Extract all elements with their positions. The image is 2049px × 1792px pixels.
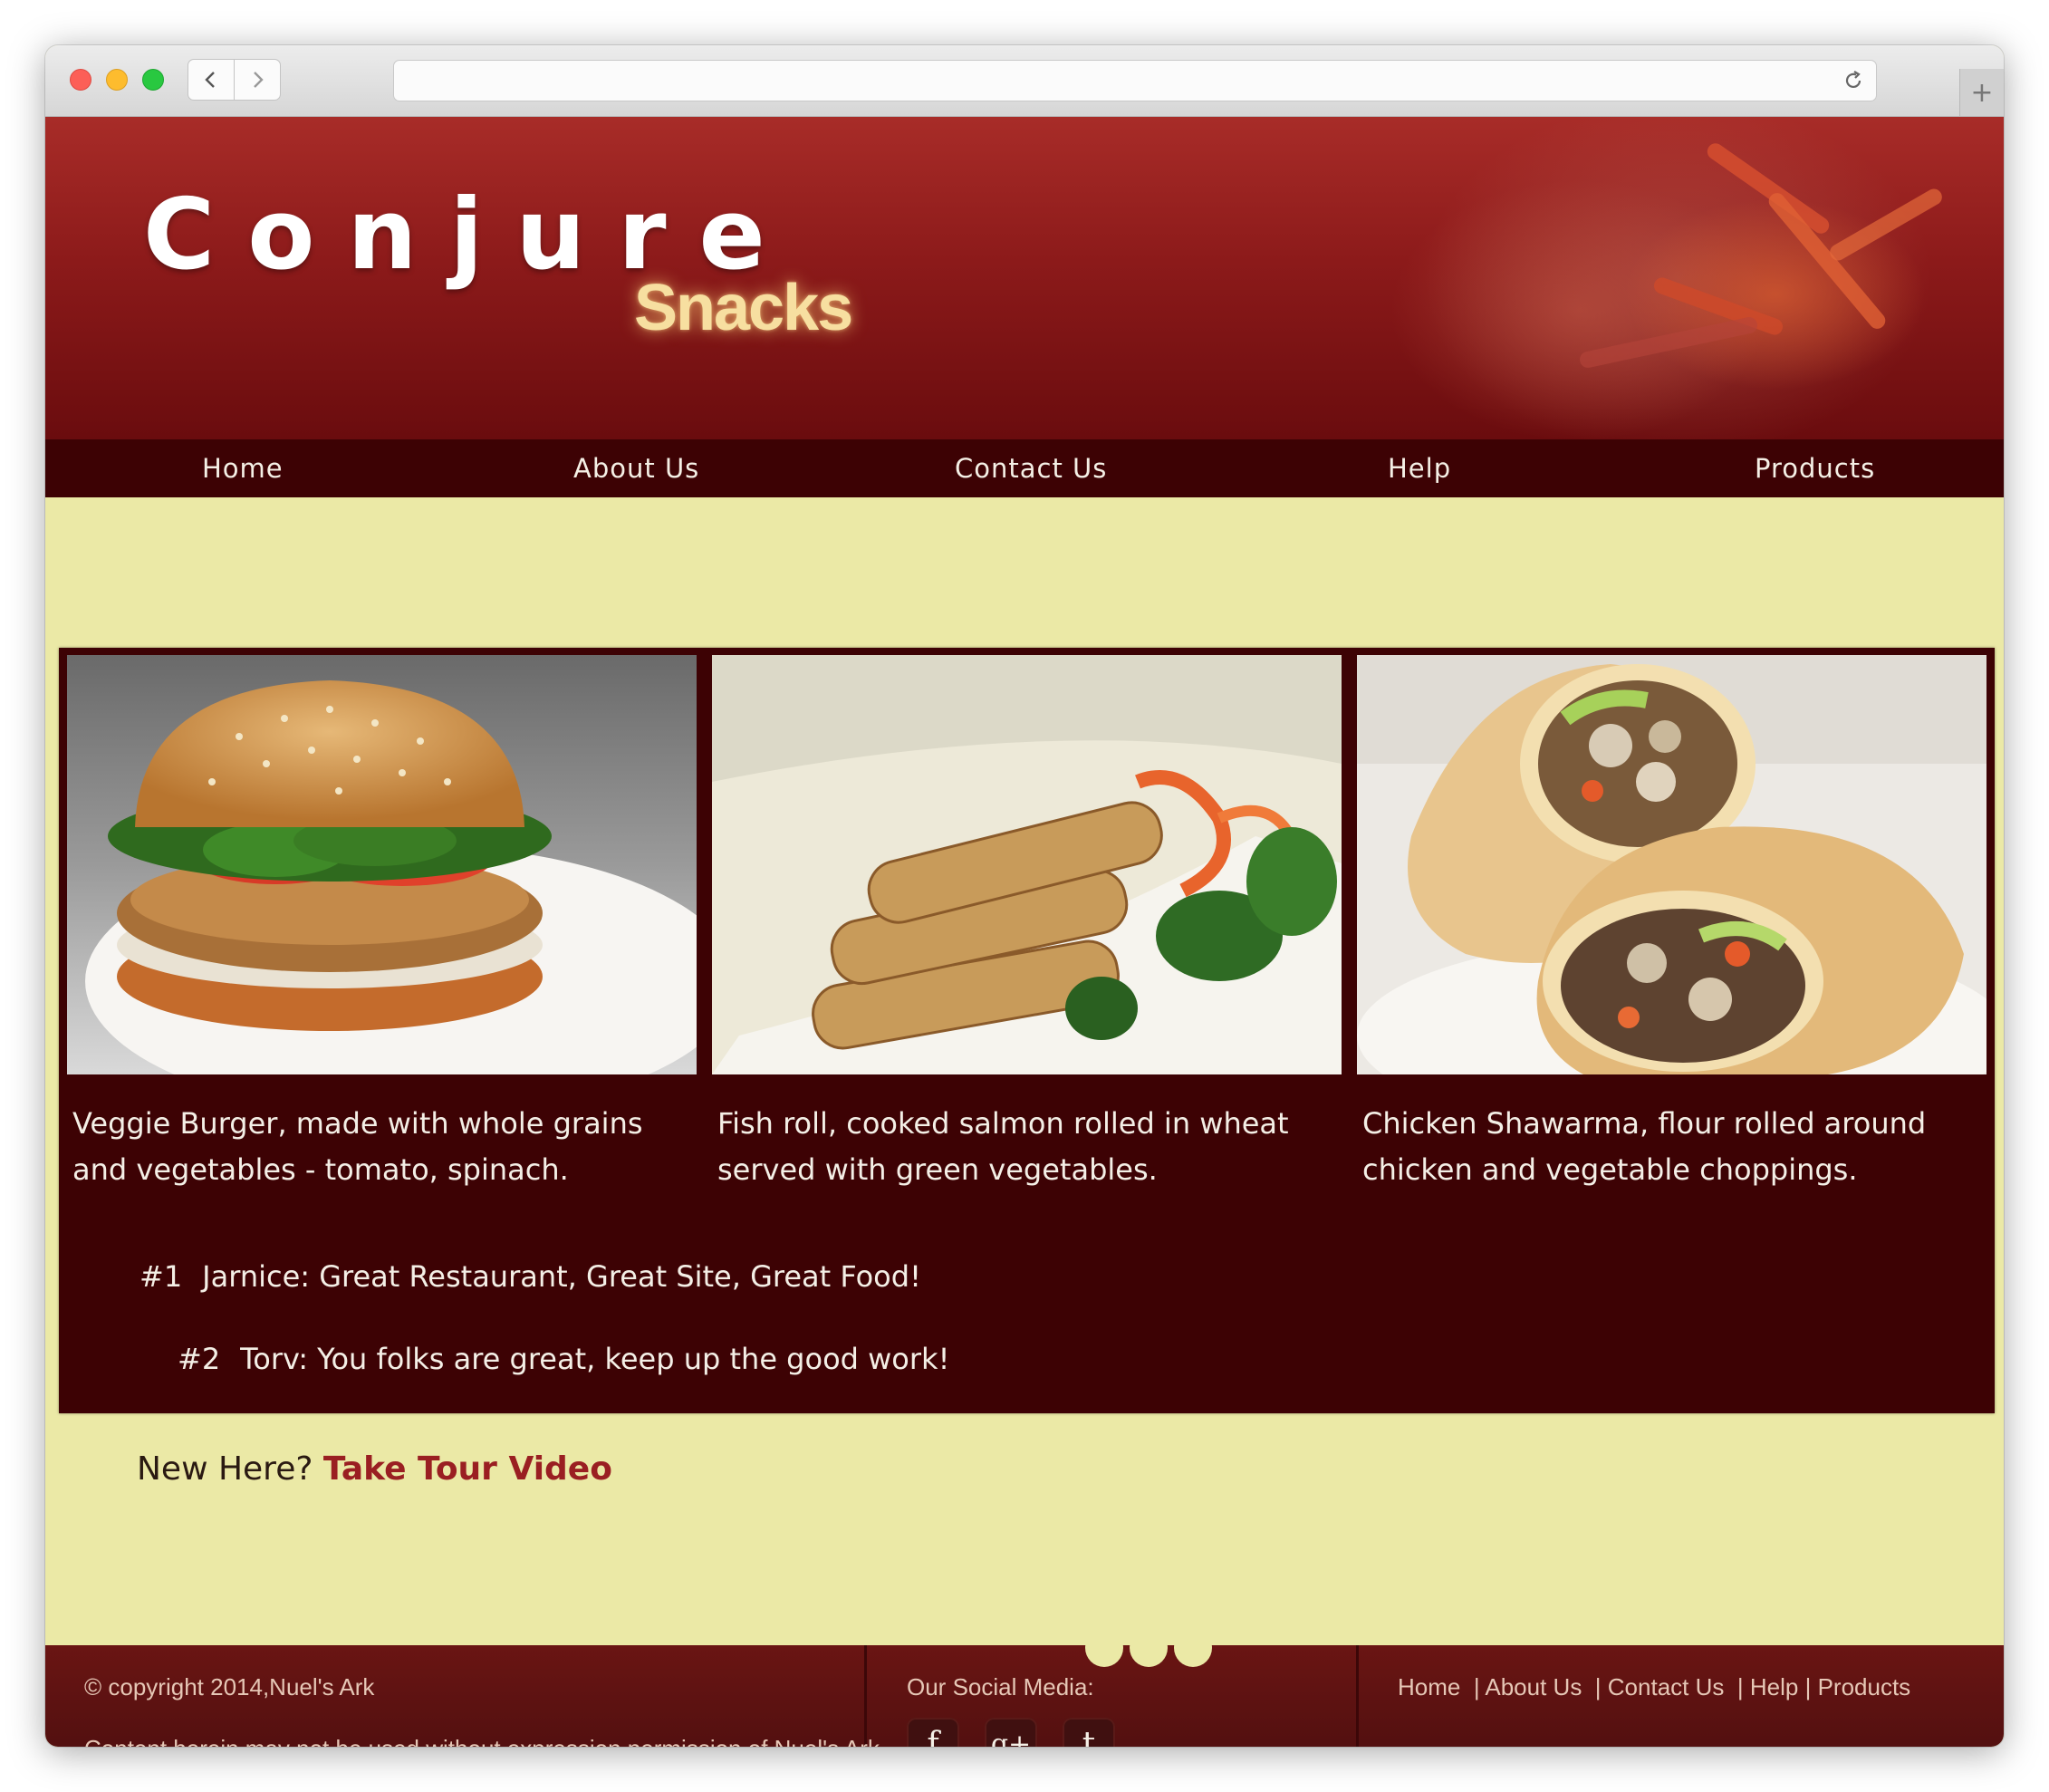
brand-logo-tagline: Snacks — [634, 272, 853, 344]
footer-links: Home | About Us | Contact Us | Help | Pr… — [1398, 1673, 1911, 1700]
browser-window: + Conjure Snacks Home About Us Contact U… — [45, 45, 2004, 1747]
nav-home[interactable]: Home — [202, 439, 284, 497]
review-text: Jarnice: Great Restaurant, Great Site, G… — [202, 1259, 921, 1294]
chevron-left-icon — [205, 72, 215, 88]
back-button[interactable] — [188, 59, 235, 101]
veggie-burger-image[interactable] — [67, 655, 697, 1074]
decorative-dot — [1085, 1645, 1123, 1667]
review-number: #2 — [178, 1342, 221, 1376]
footer-copyright: © copyright 2014,Nuel's Ark — [84, 1673, 375, 1700]
address-bar[interactable] — [393, 60, 1877, 101]
web-page: Conjure Snacks Home About Us Contact Us … — [45, 117, 2004, 1747]
header-food-image — [1352, 117, 2004, 439]
decorative-dot — [1174, 1645, 1212, 1667]
facebook-glyph: f — [927, 1725, 939, 1748]
footer-link-help[interactable]: Help — [1750, 1673, 1798, 1700]
footer-link-contact-us[interactable]: Contact Us — [1608, 1673, 1725, 1700]
browser-toolbar: + — [45, 45, 2004, 117]
footer-link-products[interactable]: Products — [1818, 1673, 1911, 1700]
footer-link-home[interactable]: Home — [1398, 1673, 1460, 1700]
chevron-right-icon — [254, 72, 264, 88]
main-navigation: Home About Us Contact Us Help Products — [45, 439, 2004, 497]
facebook-icon[interactable]: f — [907, 1718, 959, 1747]
veggie-burger-caption: Veggie Burger, made with whole grains an… — [72, 1106, 643, 1187]
site-header: Conjure Snacks — [45, 117, 2004, 439]
social-media-heading: Our Social Media: — [907, 1673, 1094, 1700]
nav-about-us[interactable]: About Us — [573, 439, 699, 497]
nav-contact-us[interactable]: Contact Us — [955, 439, 1107, 497]
chicken-shawarma-image[interactable] — [1357, 655, 1986, 1074]
google-plus-icon[interactable]: g+ — [985, 1718, 1037, 1747]
review-number: #1 — [139, 1259, 183, 1294]
chicken-shawarma-caption: Chicken Shawarma, flour rolled around ch… — [1362, 1106, 1927, 1187]
review-item: #1 Jarnice: Great Restaurant, Great Site,… — [139, 1259, 921, 1294]
close-window-button[interactable] — [70, 69, 91, 91]
footer-divider — [1356, 1645, 1359, 1747]
footer-link-about-us[interactable]: About Us — [1485, 1673, 1582, 1700]
new-here-label: New Here? — [137, 1450, 313, 1488]
nav-products[interactable]: Products — [1755, 439, 1875, 497]
tumblr-icon[interactable]: t — [1063, 1718, 1115, 1747]
reload-icon[interactable] — [1842, 69, 1865, 92]
nav-help[interactable]: Help — [1388, 439, 1451, 497]
tumblr-glyph: t — [1082, 1725, 1096, 1748]
fish-roll-caption: Fish roll, cooked salmon rolled in wheat… — [717, 1106, 1289, 1187]
new-tab-button[interactable]: + — [1959, 69, 2004, 116]
plus-icon: + — [1970, 76, 1994, 109]
decorative-dot — [1130, 1645, 1168, 1667]
zoom-window-button[interactable] — [142, 69, 164, 91]
footer-notice: Content herein may not be used without e… — [84, 1735, 880, 1747]
new-here-callout: New Here? Take Tour Video — [137, 1450, 612, 1488]
google-plus-glyph: g+ — [990, 1728, 1032, 1748]
featured-content-panel: Veggie Burger, made with whole grains an… — [59, 648, 1995, 1413]
fish-roll-image[interactable] — [712, 655, 1342, 1074]
forward-button[interactable] — [234, 59, 281, 101]
review-item: #2 Torv: You folks are great, keep up the… — [178, 1342, 949, 1376]
footer-divider — [864, 1645, 867, 1747]
take-tour-video-link[interactable]: Take Tour Video — [323, 1450, 612, 1488]
review-text: Torv: You folks are great, keep up the g… — [240, 1342, 950, 1376]
minimize-window-button[interactable] — [106, 69, 128, 91]
